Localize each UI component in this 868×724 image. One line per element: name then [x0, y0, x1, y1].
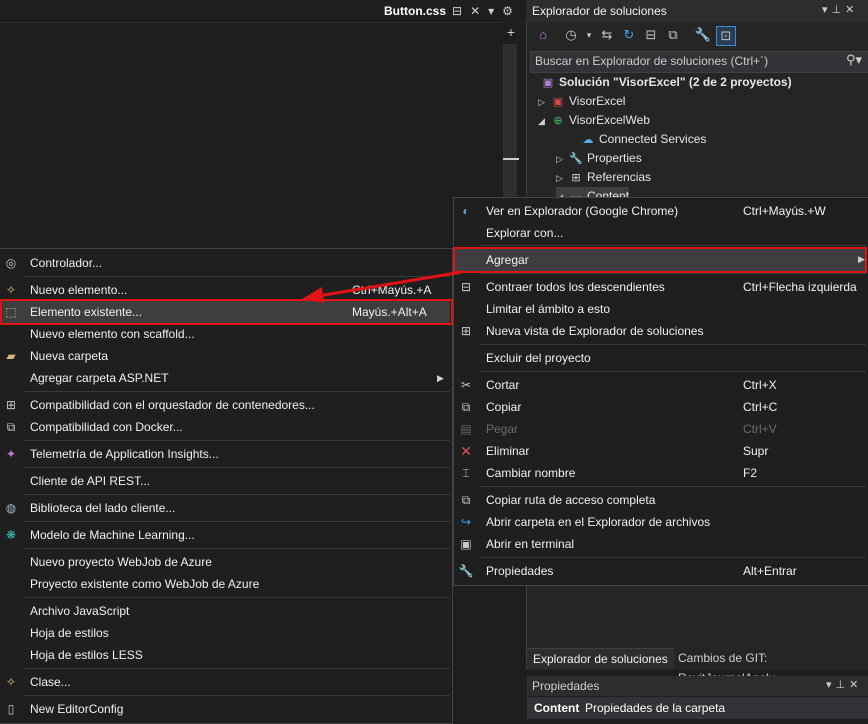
arrow-head: [302, 287, 324, 303]
arrow-shaft: [317, 270, 463, 298]
annotation-arrow: [302, 270, 463, 303]
